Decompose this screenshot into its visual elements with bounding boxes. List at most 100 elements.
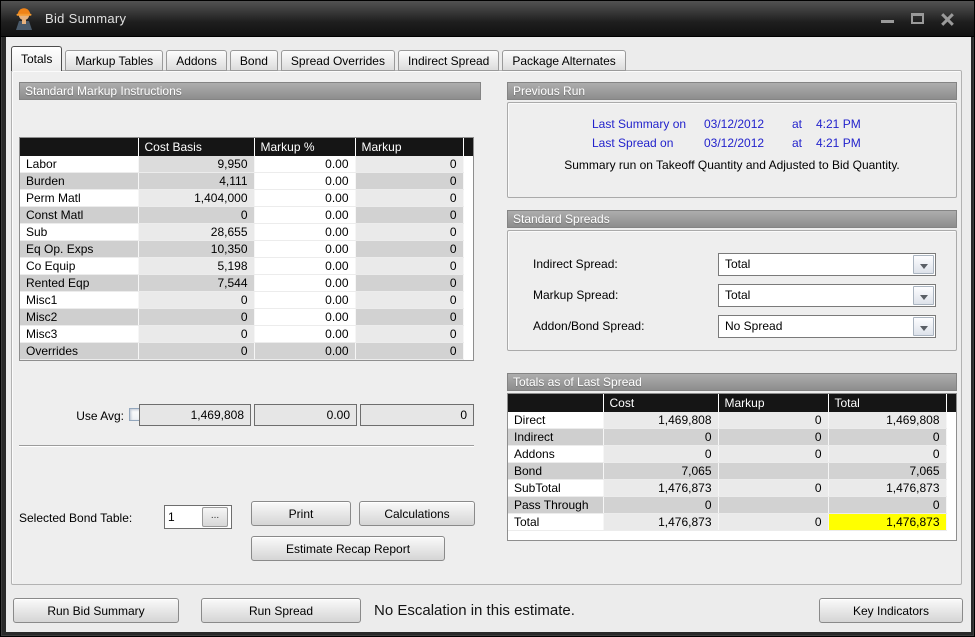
tab-bond[interactable]: Bond: [230, 50, 278, 71]
markup-cell[interactable]: 0: [355, 326, 463, 343]
chevron-down-icon[interactable]: [913, 255, 934, 274]
chevron-down-icon[interactable]: [913, 286, 934, 305]
markup-cell[interactable]: 0: [355, 292, 463, 309]
col-markup: Markup: [355, 138, 463, 156]
row-label: Pass Through: [508, 497, 603, 514]
bond-table-input[interactable]: [165, 506, 201, 528]
col-blank: [508, 394, 603, 412]
markup-pct-cell[interactable]: 0.00: [254, 207, 355, 224]
table-row: Co Equip 5,198 0.00 0: [20, 258, 473, 275]
selected-bond-table-label: Selected Bond Table:: [19, 507, 132, 529]
table-row: Rented Eqp 7,544 0.00 0: [20, 275, 473, 292]
table-row: Labor 9,950 0.00 0: [20, 156, 473, 173]
markup-pct-cell[interactable]: 0.00: [254, 190, 355, 207]
row-label: Labor: [20, 156, 138, 173]
indirect-spread-dropdown[interactable]: Total: [718, 253, 936, 276]
markup-spread-dropdown[interactable]: Total: [718, 284, 936, 307]
cost-basis-cell[interactable]: 28,655: [138, 224, 254, 241]
cost-basis-cell[interactable]: 4,111: [138, 173, 254, 190]
tab-indirect-spread[interactable]: Indirect Spread: [398, 50, 499, 71]
cost-basis-cell[interactable]: 0: [138, 343, 254, 360]
cost-basis-cell[interactable]: 0: [138, 326, 254, 343]
run-spread-button[interactable]: Run Spread: [201, 598, 361, 623]
tab-package-alternates[interactable]: Package Alternates: [502, 50, 625, 71]
col-blank: [20, 138, 138, 156]
run-bid-summary-button[interactable]: Run Bid Summary: [13, 598, 179, 623]
table-row: Const Matl 0 0.00 0: [20, 207, 473, 224]
markup-cell[interactable]: 0: [355, 343, 463, 360]
cost-basis-cell[interactable]: 1,404,000: [138, 190, 254, 207]
markup-cell[interactable]: 0: [355, 190, 463, 207]
key-indicators-button[interactable]: Key Indicators: [819, 598, 963, 623]
close-icon[interactable]: [937, 9, 959, 29]
row-label: Sub: [20, 224, 138, 241]
cost-basis-cell[interactable]: 9,950: [138, 156, 254, 173]
col-filler: [463, 138, 473, 156]
addon-bond-spread-dropdown[interactable]: No Spread: [718, 315, 936, 338]
markup-cell[interactable]: 0: [355, 275, 463, 292]
total-markup-pct-box: 0.00: [254, 404, 357, 426]
markup-cell[interactable]: 0: [355, 241, 463, 258]
total-cost-basis-box: 1,469,808: [139, 404, 251, 426]
separator: [19, 445, 474, 447]
table-row: Eq Op. Exps 10,350 0.00 0: [20, 241, 473, 258]
markup-pct-cell[interactable]: 0.00: [254, 343, 355, 360]
tab-totals[interactable]: Totals: [11, 46, 62, 71]
markup-pct-cell[interactable]: 0.00: [254, 309, 355, 326]
markup-pct-cell[interactable]: 0.00: [254, 241, 355, 258]
table-row: Bond 7,065 7,065: [508, 463, 956, 480]
table-row: Misc2 0 0.00 0: [20, 309, 473, 326]
markup-pct-cell[interactable]: 0.00: [254, 275, 355, 292]
tab-addons[interactable]: Addons: [166, 50, 227, 71]
calculations-button[interactable]: Calculations: [359, 501, 475, 526]
cost-basis-cell[interactable]: 7,544: [138, 275, 254, 292]
markup-cell[interactable]: 0: [355, 207, 463, 224]
markup-cell[interactable]: 0: [355, 173, 463, 190]
col-markup-pct: Markup %: [254, 138, 355, 156]
col-cost-basis: Cost Basis: [138, 138, 254, 156]
section-header-totals-last-spread: Totals as of Last Spread: [507, 373, 957, 391]
section-header-standard-spreads: Standard Spreads: [507, 210, 957, 228]
cost-basis-cell[interactable]: 0: [138, 292, 254, 309]
tab-page-totals: Standard Markup Instructions Cost Basis …: [11, 70, 962, 585]
markup-cell[interactable]: 0: [355, 309, 463, 326]
maximize-icon[interactable]: [907, 9, 929, 29]
summary-run-note: Summary run on Takeoff Quantity and Adju…: [508, 158, 956, 172]
last-spread-line: Last Spread on 03/12/2012 at 4:21 PM: [508, 136, 956, 150]
cost-basis-cell[interactable]: 10,350: [138, 241, 254, 258]
col-total: Total: [828, 394, 946, 412]
cost-basis-cell[interactable]: 5,198: [138, 258, 254, 275]
bid-summary-window: Bid Summary Totals Markup Tables Addons …: [0, 0, 975, 637]
table-row: Indirect 0 0 0: [508, 429, 956, 446]
markup-pct-cell[interactable]: 0.00: [254, 224, 355, 241]
markup-pct-cell[interactable]: 0.00: [254, 326, 355, 343]
last-summary-time: 4:21 PM: [816, 117, 872, 131]
print-button[interactable]: Print: [251, 501, 351, 526]
markup-cell[interactable]: 0: [355, 224, 463, 241]
row-label: Perm Matl: [20, 190, 138, 207]
row-label: Overrides: [20, 343, 138, 360]
use-avg-label: Use Avg:: [19, 409, 124, 423]
last-summary-line: Last Summary on 03/12/2012 at 4:21 PM: [508, 117, 956, 131]
col-cost: Cost: [603, 394, 718, 412]
markup-pct-cell[interactable]: 0.00: [254, 258, 355, 275]
tab-strip: Totals Markup Tables Addons Bond Spread …: [11, 46, 629, 71]
grand-total-highlight-cell: 1,476,873: [828, 514, 946, 531]
estimate-recap-report-button[interactable]: Estimate Recap Report: [251, 536, 445, 561]
minimize-icon[interactable]: [877, 9, 899, 29]
tab-spread-overrides[interactable]: Spread Overrides: [281, 50, 395, 71]
markup-pct-cell[interactable]: 0.00: [254, 173, 355, 190]
cost-basis-cell[interactable]: 0: [138, 309, 254, 326]
markup-cell[interactable]: 0: [355, 258, 463, 275]
table-row: Direct 1,469,808 0 1,469,808: [508, 412, 956, 429]
browse-button[interactable]: ...: [202, 507, 228, 527]
chevron-down-icon[interactable]: [913, 317, 934, 336]
table-row: Misc3 0 0.00 0: [20, 326, 473, 343]
markup-cell[interactable]: 0: [355, 156, 463, 173]
table-row: Misc1 0 0.00 0: [20, 292, 473, 309]
cost-basis-cell[interactable]: 0: [138, 207, 254, 224]
tab-markup-tables[interactable]: Markup Tables: [65, 50, 163, 71]
markup-pct-cell[interactable]: 0.00: [254, 292, 355, 309]
markup-pct-cell[interactable]: 0.00: [254, 156, 355, 173]
last-summary-label: Last Summary on: [592, 117, 704, 131]
